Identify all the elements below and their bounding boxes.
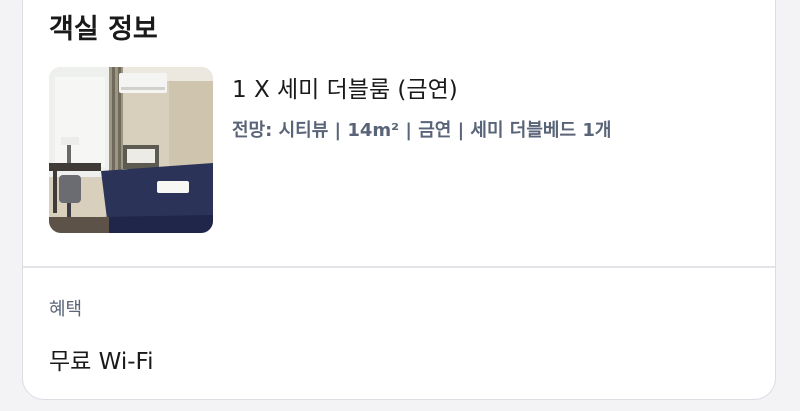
room-view: 전망: 시티뷰 xyxy=(232,120,329,141)
room-name[interactable]: 1 X 세미 더블룸 (금연) xyxy=(232,70,458,104)
room-photo[interactable] xyxy=(49,67,213,233)
room-smoking-policy: 금연 xyxy=(418,120,452,141)
room-bed-type: 세미 더블베드 1개 xyxy=(470,120,612,141)
room-details: 전망: 시티뷰 | 14m² | 금연 | 세미 더블베드 1개 xyxy=(232,116,611,142)
details-separator: | xyxy=(399,120,419,141)
section-divider xyxy=(23,266,775,268)
details-separator: | xyxy=(451,120,471,141)
room-info-card: 객실 정보 1 X 세미 더블룸 (금연) 전망: 시티뷰 | 14m² | 금… xyxy=(22,0,776,400)
room-photo-image xyxy=(49,67,213,233)
section-title: 객실 정보 xyxy=(49,14,158,45)
benefits-label: 혜택 xyxy=(49,299,83,320)
details-separator: | xyxy=(328,120,348,141)
room-size: 14m² xyxy=(347,120,400,141)
benefit-item-wifi: 무료 Wi-Fi xyxy=(49,349,154,375)
